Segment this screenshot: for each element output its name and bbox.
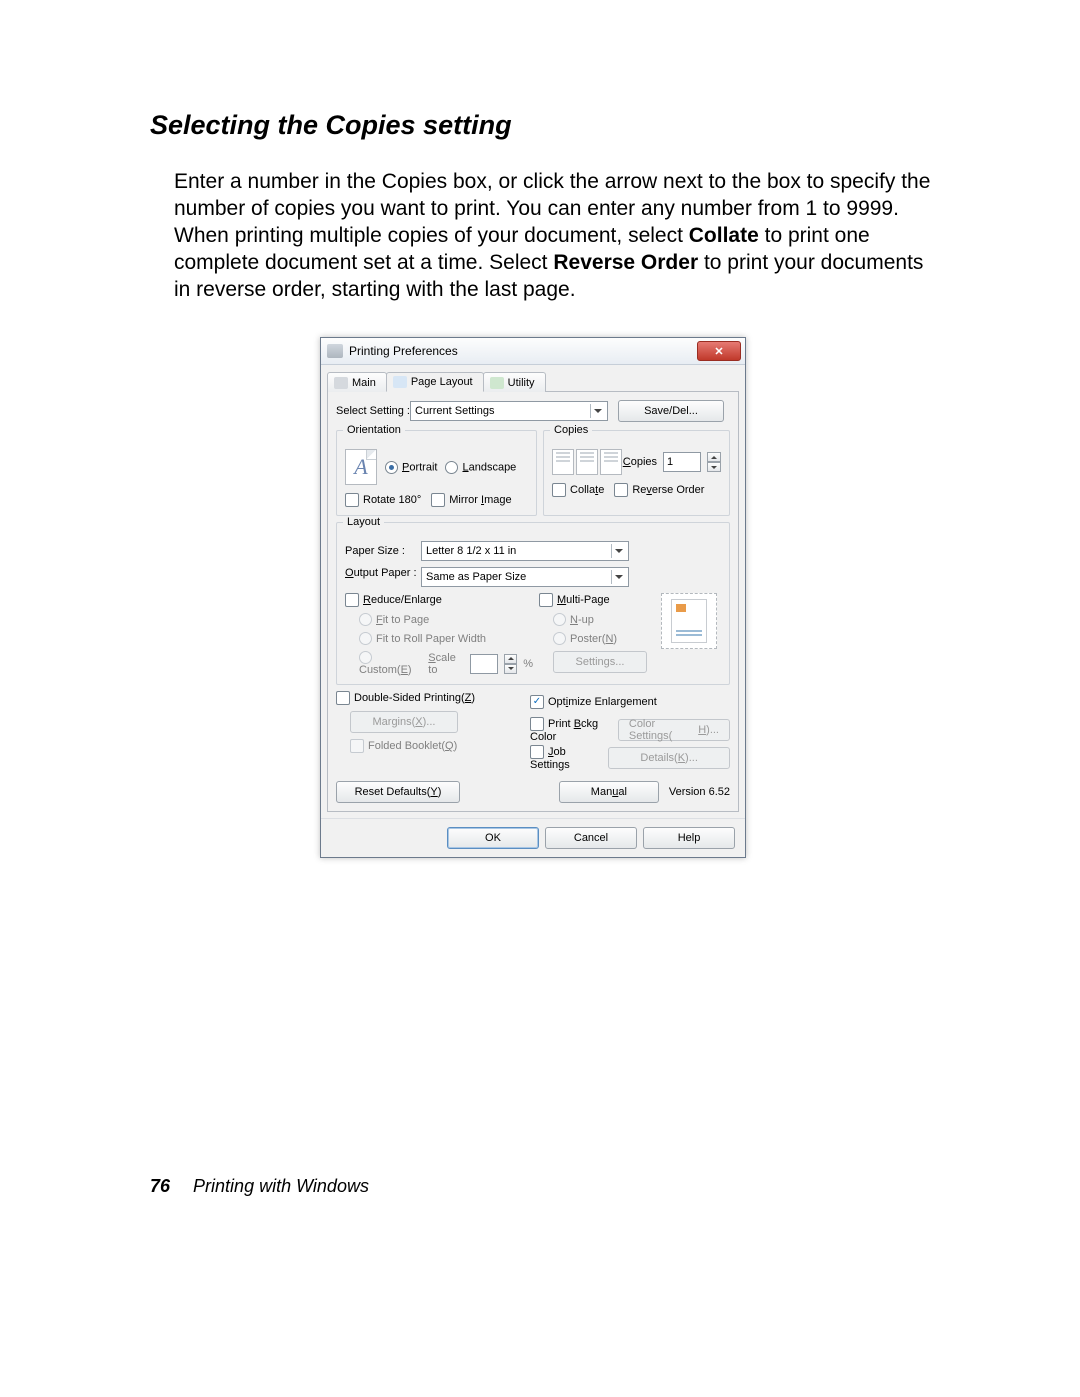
copies-legend: Copies — [550, 424, 592, 436]
close-icon: ✕ — [714, 345, 723, 358]
utility-tab-icon — [490, 377, 504, 389]
mirror-image-checkbox[interactable]: Mirror Image — [431, 493, 511, 507]
page-layout-tab-icon — [393, 376, 407, 388]
multipage-settings-button: Settings... — [553, 651, 647, 673]
page-footer: 76 Printing with Windows — [150, 1176, 369, 1197]
percent-label: % — [523, 658, 533, 670]
fit-to-roll-radio: Fit to Roll Paper Width — [359, 633, 486, 645]
collate-checkbox[interactable]: Collate — [552, 483, 604, 497]
layout-preview-icon — [661, 593, 717, 649]
double-sided-checkbox[interactable]: Double-Sided Printing(Z) — [336, 692, 475, 704]
spinner-down-icon[interactable] — [707, 462, 721, 472]
print-bckg-color-checkbox[interactable]: Print Bckg Color — [530, 717, 618, 743]
close-button[interactable]: ✕ — [697, 341, 741, 361]
tab-page-layout-label: Page Layout — [411, 376, 473, 388]
chevron-down-icon — [611, 544, 626, 558]
select-setting-dropdown[interactable]: Current Settings — [410, 401, 608, 421]
copies-input[interactable]: 1 — [663, 452, 701, 472]
tab-utility[interactable]: Utility — [483, 372, 546, 392]
printer-icon — [327, 344, 343, 358]
output-paper-dropdown[interactable]: Same as Paper Size — [421, 567, 629, 587]
tab-utility-label: Utility — [508, 377, 535, 389]
folded-booklet-checkbox: Folded Booklet(Q) — [350, 740, 457, 752]
chevron-down-icon — [590, 404, 605, 418]
reverse-order-checkbox[interactable]: Reverse Order — [614, 483, 704, 497]
job-settings-checkbox[interactable]: Job Settings — [530, 745, 608, 771]
select-setting-value: Current Settings — [415, 405, 494, 417]
optimize-enlargement-checkbox[interactable]: Optimize Enlargement — [530, 695, 657, 709]
reduce-enlarge-checkbox[interactable]: Reduce/Enlarge — [345, 594, 442, 606]
main-tab-icon — [334, 377, 348, 389]
multi-page-checkbox[interactable]: Multi-Page — [539, 594, 610, 606]
dialog-screenshot: Printing Preferences ✕ Main Page Layout … — [320, 337, 746, 858]
tab-main-label: Main — [352, 377, 376, 389]
margins-button: Margins(X)... — [350, 711, 458, 733]
ok-button[interactable]: OK — [447, 827, 539, 849]
paper-size-value: Letter 8 1/2 x 11 in — [426, 545, 516, 557]
chevron-down-icon — [611, 570, 626, 584]
tab-page-layout[interactable]: Page Layout — [386, 372, 484, 392]
orientation-legend: Orientation — [343, 424, 405, 436]
details-button: Details(K)... — [608, 747, 730, 769]
layout-legend: Layout — [343, 516, 384, 528]
custom-radio: Custom(E) — [359, 651, 422, 676]
landscape-radio[interactable]: Landscape — [445, 461, 516, 474]
copies-spinner[interactable] — [707, 452, 721, 472]
window-title: Printing Preferences — [349, 344, 697, 358]
scale-spinner — [504, 654, 517, 674]
nup-radio: N-up — [553, 614, 594, 626]
reset-defaults-button[interactable]: Reset Defaults(Y) — [336, 781, 460, 803]
spinner-up-icon[interactable] — [707, 452, 721, 462]
scale-to-label: Scale to — [428, 652, 464, 676]
output-paper-value: Same as Paper Size — [426, 571, 526, 583]
scale-input — [470, 654, 498, 674]
save-del-button[interactable]: Save/Del... — [618, 400, 724, 422]
rotate-180-checkbox[interactable]: Rotate 180° — [345, 493, 421, 507]
poster-radio: Poster(N) — [553, 633, 617, 645]
paper-size-dropdown[interactable]: Letter 8 1/2 x 11 in — [421, 541, 629, 561]
help-button[interactable]: Help — [643, 827, 735, 849]
titlebar: Printing Preferences ✕ — [321, 338, 745, 365]
copies-preview-icon — [552, 449, 622, 475]
cancel-button[interactable]: Cancel — [545, 827, 637, 849]
paper-size-label: Paper Size : — [345, 545, 421, 557]
output-paper-label: Output Paper : — [345, 567, 421, 579]
version-label: Version 6.52 — [669, 786, 730, 798]
orientation-preview-icon: A — [345, 449, 377, 485]
chapter-title: Printing with Windows — [193, 1176, 369, 1196]
select-setting-label: Select Setting : — [336, 405, 410, 417]
tab-main[interactable]: Main — [327, 372, 387, 392]
tab-strip: Main Page Layout Utility — [321, 365, 745, 391]
body-paragraph: Enter a number in the Copies box, or cli… — [174, 169, 940, 303]
section-heading: Selecting the Copies setting — [150, 110, 940, 141]
manual-button[interactable]: Manual — [559, 781, 659, 803]
fit-to-page-radio: Fit to Page — [359, 614, 429, 626]
color-settings-button: Color Settings(H)... — [618, 719, 730, 741]
page-number: 76 — [150, 1176, 170, 1196]
portrait-radio[interactable]: PPortraitortrait — [385, 461, 437, 474]
copies-label: Copies — [623, 456, 657, 468]
